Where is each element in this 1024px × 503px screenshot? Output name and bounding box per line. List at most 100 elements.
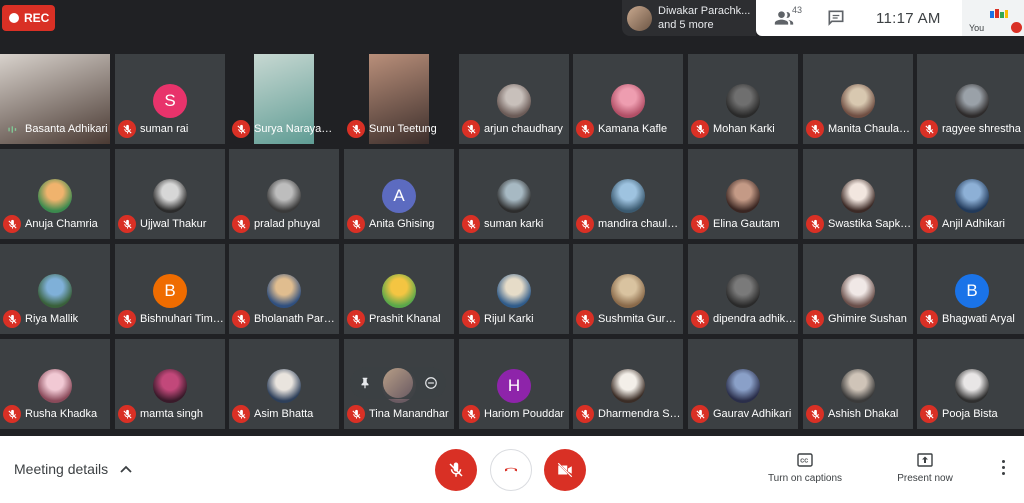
participant-name: Sushmita Gurung bbox=[598, 313, 682, 325]
participant-avatar bbox=[726, 84, 760, 118]
participant-tile[interactable]: Elina Gautam bbox=[688, 149, 798, 239]
participant-tile[interactable]: Rijul Karki bbox=[459, 244, 569, 334]
mic-muted-icon bbox=[920, 405, 938, 423]
people-icon bbox=[774, 11, 794, 25]
participant-initial-avatar: B bbox=[153, 274, 187, 308]
mic-muted-icon bbox=[118, 405, 136, 423]
participant-name: ragyee shrestha bbox=[942, 123, 1021, 135]
top-controls: 43 11:17 AM You bbox=[756, 0, 1024, 36]
participant-tile[interactable]: dipendra adhika... bbox=[688, 244, 798, 334]
participant-name: Ujjwal Thakur bbox=[140, 218, 207, 230]
participant-tile[interactable]: Ssuman rai bbox=[115, 54, 225, 144]
participant-name: suman rai bbox=[140, 123, 189, 135]
participant-avatar bbox=[38, 179, 72, 213]
presenter-more: and 5 more bbox=[658, 19, 714, 31]
participant-tile[interactable]: ragyee shrestha bbox=[917, 54, 1024, 144]
chat-icon[interactable] bbox=[826, 8, 846, 28]
participant-tile[interactable]: Pooja Bista bbox=[917, 339, 1024, 429]
participant-tile[interactable]: Sunu Teetung bbox=[344, 54, 454, 144]
participant-avatar bbox=[841, 84, 875, 118]
participant-tile[interactable]: Sushmita Gurung bbox=[573, 244, 683, 334]
participant-name: Anjil Adhikari bbox=[942, 218, 1005, 230]
people-button[interactable]: 43 bbox=[774, 5, 803, 28]
participant-tile[interactable]: suman karki bbox=[459, 149, 569, 239]
participant-tile[interactable]: Surya Narayan ... bbox=[229, 54, 339, 144]
present-now-button[interactable]: Present now bbox=[890, 453, 960, 484]
participant-avatar bbox=[267, 179, 301, 213]
participant-tile[interactable]: Anjil Adhikari bbox=[917, 149, 1024, 239]
camera-toggle-button[interactable] bbox=[544, 449, 586, 491]
participant-tile[interactable]: Ashish Dhakal bbox=[803, 339, 913, 429]
participant-avatar bbox=[611, 84, 645, 118]
participant-initial-avatar: S bbox=[153, 84, 187, 118]
participant-tile[interactable]: Swastika Sapko... bbox=[803, 149, 913, 239]
mic-muted-icon bbox=[806, 215, 824, 233]
mic-muted-icon bbox=[691, 310, 709, 328]
participant-initial-avatar: B bbox=[955, 274, 989, 308]
participant-name: Pooja Bista bbox=[942, 408, 998, 420]
participant-name: suman karki bbox=[484, 218, 544, 230]
presenter-name: Diwakar Parachk... bbox=[658, 5, 751, 17]
participant-name: Anuja Chamria bbox=[25, 218, 98, 230]
more-dot bbox=[1001, 466, 1005, 469]
mic-muted-icon bbox=[118, 310, 136, 328]
participant-name: Rusha Khadka bbox=[25, 408, 98, 420]
participant-tile[interactable]: arjun chaudhary bbox=[459, 54, 569, 144]
participant-name: Rijul Karki bbox=[484, 313, 534, 325]
hover-avatar bbox=[383, 368, 413, 398]
presenter-chip[interactable]: Diwakar Parachk... and 5 more bbox=[622, 0, 756, 36]
participant-tile[interactable]: B Bishnuhari Timi... bbox=[115, 244, 225, 334]
mic-muted-icon bbox=[576, 405, 594, 423]
meeting-details-button[interactable]: Meeting details bbox=[14, 461, 132, 477]
participant-tile[interactable]: mamta singh bbox=[115, 339, 225, 429]
present-label: Present now bbox=[897, 473, 953, 484]
participant-tile[interactable]: pralad phuyal bbox=[229, 149, 339, 239]
people-count: 43 bbox=[792, 5, 803, 15]
mic-muted-icon bbox=[232, 310, 250, 328]
mic-muted-icon bbox=[576, 310, 594, 328]
participant-tile[interactable]: Ghimire Sushan bbox=[803, 244, 913, 334]
participant-name: Bholanath Paraj... bbox=[254, 313, 338, 325]
participant-tile[interactable]: H Hariom Pouddar bbox=[459, 339, 569, 429]
participant-name: Tina Manandhar bbox=[369, 408, 449, 420]
pin-icon[interactable] bbox=[358, 376, 372, 390]
participant-tile[interactable]: Riya Mallik bbox=[0, 244, 110, 334]
more-dot bbox=[1001, 472, 1005, 475]
participant-avatar bbox=[611, 274, 645, 308]
remove-icon[interactable] bbox=[424, 376, 438, 390]
captions-button[interactable]: CC Turn on captions bbox=[762, 453, 848, 484]
participant-tile[interactable]: Prashit Khanal bbox=[344, 244, 454, 334]
participant-tile[interactable]: Mohan Karki bbox=[688, 54, 798, 144]
participant-name: Ashish Dhakal bbox=[828, 408, 899, 420]
participant-tile[interactable]: Bholanath Paraj... bbox=[229, 244, 339, 334]
meeting-details-label: Meeting details bbox=[14, 461, 109, 477]
participant-name: arjun chaudhary bbox=[484, 123, 563, 135]
more-options-button[interactable] bbox=[998, 460, 1008, 480]
leave-call-button[interactable] bbox=[490, 449, 532, 491]
participant-tile[interactable]: A Anita Ghising bbox=[344, 149, 454, 239]
mic-muted-icon bbox=[232, 405, 250, 423]
participant-tile[interactable]: Rusha Khadka bbox=[0, 339, 110, 429]
participant-name: Kamana Kafle bbox=[598, 123, 668, 135]
participant-tile[interactable]: Ujjwal Thakur bbox=[115, 149, 225, 239]
participant-tile[interactable]: B Bhagwati Aryal bbox=[917, 244, 1024, 334]
participant-tile[interactable]: Kamana Kafle bbox=[573, 54, 683, 144]
self-tile[interactable]: You bbox=[962, 0, 1024, 36]
participant-tile[interactable]: mandira chaula... bbox=[573, 149, 683, 239]
participant-avatar bbox=[382, 274, 416, 308]
mic-muted-icon bbox=[347, 405, 365, 423]
participant-name: Surya Narayan ... bbox=[254, 123, 338, 135]
participant-avatar bbox=[497, 274, 531, 308]
bottom-bar: Meeting details CC Turn on captions Pres… bbox=[0, 436, 1024, 503]
participant-tile[interactable]: Manita Chaulag... bbox=[803, 54, 913, 144]
participant-tile[interactable]: Gaurav Adhikari bbox=[688, 339, 798, 429]
participant-tile[interactable]: Dharmendra Sin... bbox=[573, 339, 683, 429]
participant-tile[interactable]: Anuja Chamria bbox=[0, 149, 110, 239]
mic-muted-icon bbox=[691, 120, 709, 138]
microphone-toggle-button[interactable] bbox=[435, 449, 477, 491]
participant-initial-avatar: H bbox=[497, 369, 531, 403]
participant-tile[interactable]: Basanta Adhikari bbox=[0, 54, 110, 144]
participant-avatar bbox=[841, 369, 875, 403]
participant-tile[interactable]: Asim Bhatta bbox=[229, 339, 339, 429]
participant-avatar bbox=[841, 179, 875, 213]
